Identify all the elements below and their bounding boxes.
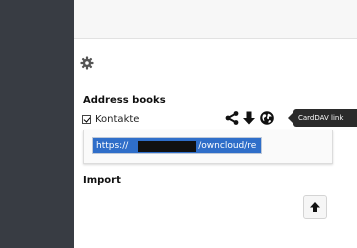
app-navigation-sidebar [0, 0, 74, 248]
sidebar-header [74, 0, 357, 39]
gear-icon[interactable] [80, 55, 94, 70]
address-books-heading: Address books [83, 95, 166, 106]
download-icon[interactable] [241, 110, 257, 126]
share-icon[interactable] [224, 110, 240, 126]
import-upload-button[interactable] [303, 195, 327, 219]
carddav-link-input[interactable]: https:// /owncloud/re [92, 137, 262, 154]
tooltip-text: CardDAV link [298, 114, 344, 122]
carddav-link-panel: https:// /owncloud/re [83, 130, 333, 164]
address-book-row: Kontakte [82, 112, 139, 126]
import-heading: Import [83, 175, 121, 186]
address-book-enabled-checkbox[interactable] [82, 114, 91, 124]
carddav-tooltip: CardDAV link [288, 109, 357, 127]
upload-arrow-icon [309, 198, 321, 217]
redacted-host-block [138, 141, 197, 152]
carddav-link-prefix: https:// [96, 141, 129, 151]
globe-icon[interactable] [259, 110, 275, 126]
address-book-name: Kontakte [95, 113, 140, 125]
carddav-link-suffix: /owncloud/re [198, 141, 257, 151]
